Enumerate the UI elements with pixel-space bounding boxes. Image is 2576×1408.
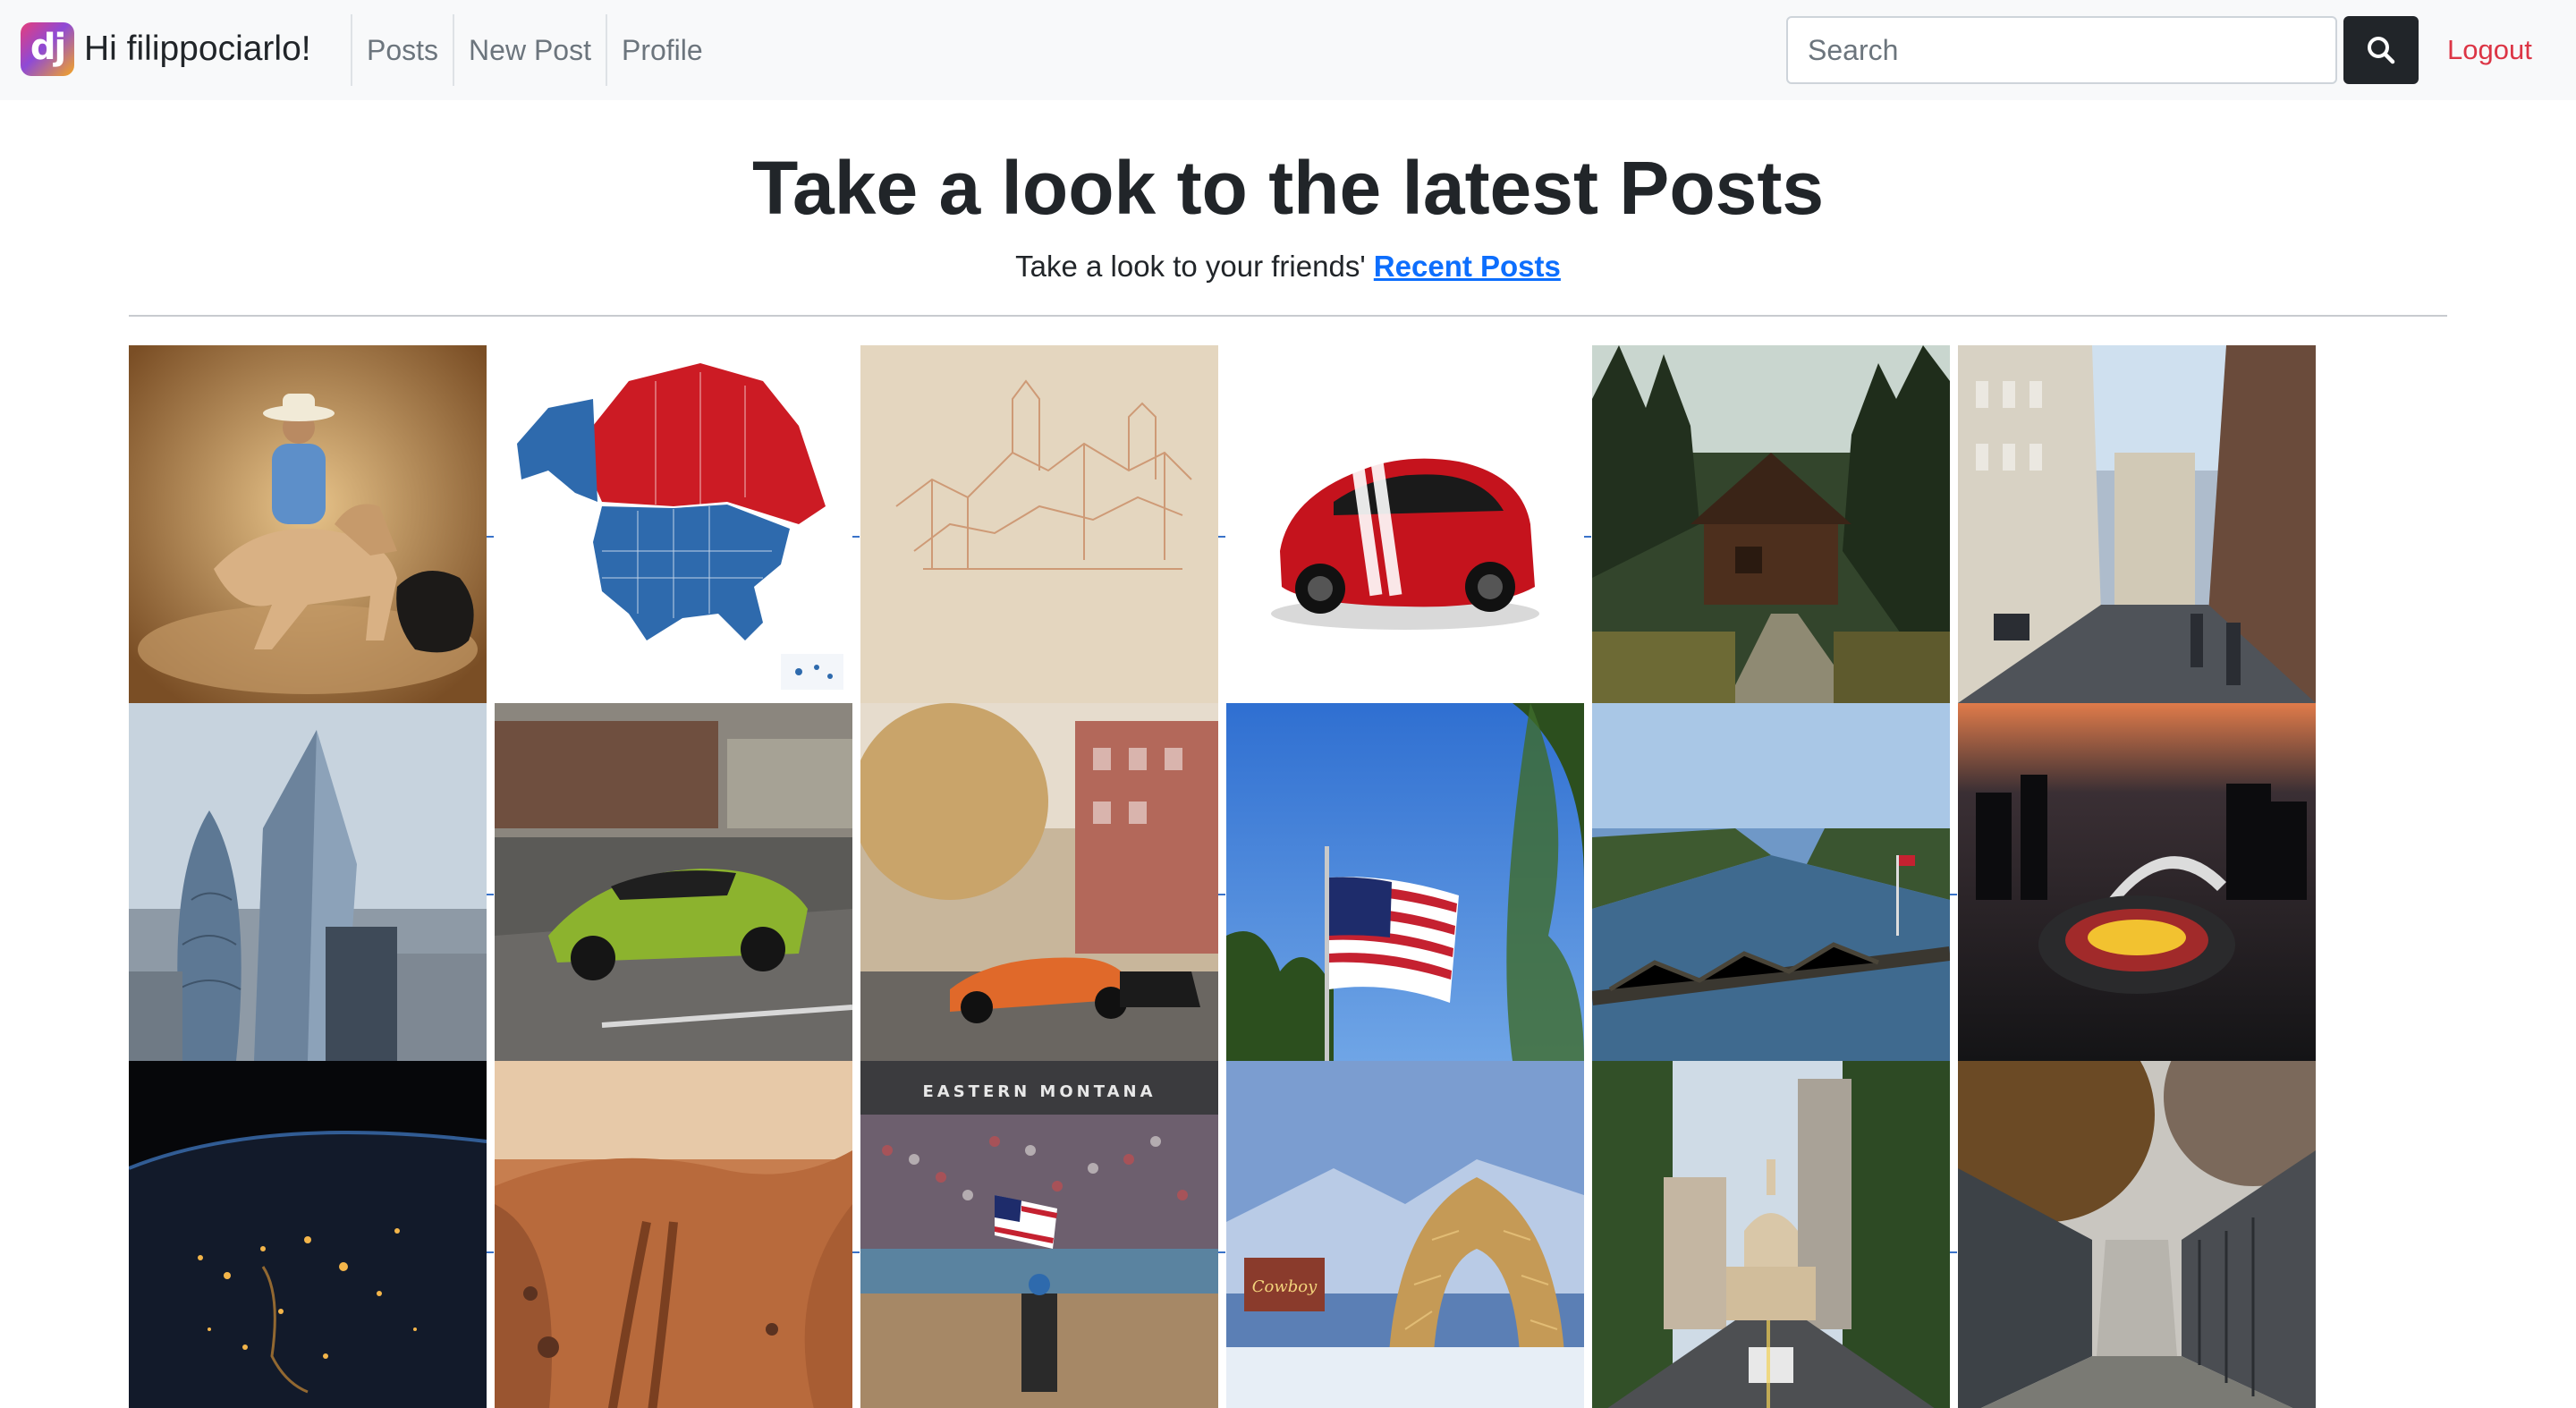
cowboy-horse-image [129, 345, 487, 703]
north-america-map-image [495, 345, 852, 703]
post-thumbnail-stadium[interactable] [1958, 703, 2316, 1061]
search-input[interactable] [1786, 16, 2337, 84]
search-button[interactable] [2343, 16, 2419, 84]
tile-separator [1218, 894, 1225, 895]
tile-separator [1950, 1251, 1957, 1253]
django-logo-icon[interactable]: dj [21, 22, 74, 76]
tile-separator [487, 894, 494, 895]
logo-text: dj [30, 27, 66, 68]
post-thumbnail-alley[interactable] [1958, 1061, 2316, 1408]
american-flag-image [1226, 703, 1584, 1061]
tile-separator [852, 536, 860, 538]
brand-greeting[interactable]: Hi filippociarlo! [84, 27, 311, 72]
earth-at-night-image [129, 1061, 487, 1408]
post-thumbnail-green-car[interactable] [495, 703, 852, 1061]
orange-supercar-image [860, 703, 1218, 1061]
antler-arch-image: Cowboy [1226, 1061, 1584, 1408]
log-cabin-image [1592, 345, 1950, 703]
river-bridge-image [1592, 703, 1950, 1061]
recent-posts-link[interactable]: Recent Posts [1374, 250, 1561, 283]
rodeo-arena-image: EASTERN MONTANA [860, 1061, 1218, 1408]
divider [129, 315, 2447, 317]
post-thumbnail-red-car[interactable] [1226, 345, 1584, 703]
post-thumbnail-castle-sketch[interactable] [860, 345, 1218, 703]
tile-separator [487, 536, 494, 538]
city-street-image [1958, 345, 2316, 703]
logout-link[interactable]: Logout [2447, 29, 2532, 72]
tile-separator [852, 1251, 860, 1253]
red-sports-car-image [1226, 345, 1584, 703]
tile-separator [1584, 536, 1591, 538]
tile-separator [1950, 894, 1957, 895]
post-thumbnail-cabin[interactable] [1592, 345, 1950, 703]
tile-separator [1218, 536, 1225, 538]
post-thumbnail-skyscrapers[interactable] [129, 703, 487, 1061]
nav-link-profile[interactable]: Profile [605, 14, 717, 86]
subtitle-text: Take a look to your friends' [1015, 250, 1366, 283]
post-thumbnail-rodeo[interactable]: EASTERN MONTANA [860, 1061, 1218, 1408]
post-thumbnail-orange-car[interactable] [860, 703, 1218, 1061]
post-thumbnail-city-street[interactable] [1958, 345, 2316, 703]
post-thumbnail-capitol[interactable] [1592, 1061, 1950, 1408]
post-gallery: EASTERN MONTANA Cowboy [129, 345, 2317, 1408]
svg-text:EASTERN MONTANA: EASTERN MONTANA [922, 1082, 1156, 1101]
post-thumbnail-earth-night[interactable] [129, 1061, 487, 1408]
nav-link-new-post[interactable]: New Post [453, 14, 606, 86]
page-subtitle: Take a look to your friends' Recent Post… [0, 245, 2576, 288]
nav-link-posts[interactable]: Posts [351, 14, 453, 86]
alley-autumn-image [1958, 1061, 2316, 1408]
post-thumbnail-cowboy[interactable] [129, 345, 487, 703]
search-icon [2368, 37, 2395, 64]
post-thumbnail-antler-arch[interactable]: Cowboy [1226, 1061, 1584, 1408]
post-thumbnail-river[interactable] [1592, 703, 1950, 1061]
post-thumbnail-mars[interactable] [495, 1061, 852, 1408]
castle-sketch-image [860, 345, 1218, 703]
capitol-street-image [1592, 1061, 1950, 1408]
green-supercar-image [495, 703, 852, 1061]
svg-text:Cowboy: Cowboy [1252, 1277, 1318, 1296]
skyscrapers-image [129, 703, 487, 1061]
tile-separator [1218, 1251, 1225, 1253]
post-thumbnail-flag[interactable] [1226, 703, 1584, 1061]
page-title: Take a look to the latest Posts [751, 146, 1825, 230]
nav-links: Posts New Post Profile [351, 14, 717, 86]
tile-separator [487, 1251, 494, 1253]
post-thumbnail-map[interactable] [495, 345, 852, 703]
stadium-night-image [1958, 703, 2316, 1061]
mars-desert-image [495, 1061, 852, 1408]
navbar: dj Hi filippociarlo! Posts New Post Prof… [0, 0, 2576, 100]
